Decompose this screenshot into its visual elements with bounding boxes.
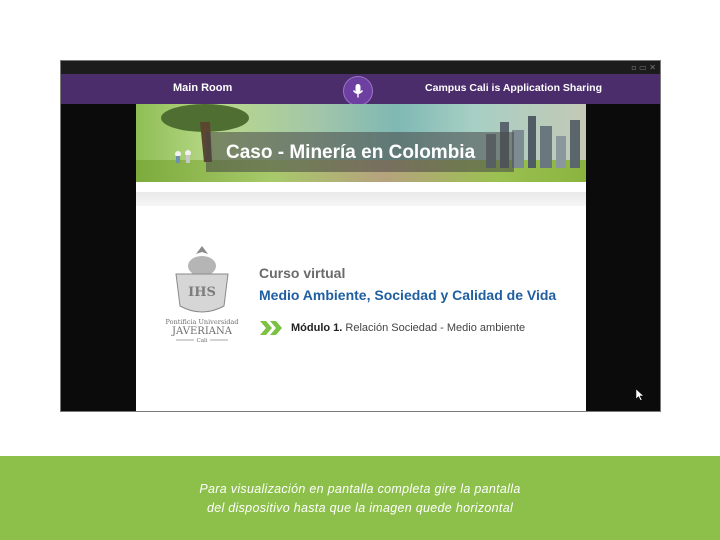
instruction-line-2: del dispositivo hasta que la imagen qued…	[206, 501, 514, 515]
module-line: Módulo 1. Relación Sociedad - Medio ambi…	[291, 322, 525, 334]
window-controls[interactable]: ▫ ▭ ✕	[631, 63, 656, 72]
course-name: Medio Ambiente, Sociedad y Calidad de Vi…	[259, 287, 557, 303]
logo-text-line3: Cali	[196, 338, 207, 344]
microphone-button[interactable]	[343, 76, 373, 106]
rotation-instructions: Para visualización en pantalla completa …	[0, 480, 720, 518]
mouse-cursor-icon	[636, 389, 644, 401]
session-titlebar: Main Room Campus Cali is Application Sha…	[61, 74, 660, 106]
banner-title-box: Caso - Minería en Colombia	[206, 132, 514, 172]
university-logo: IHS Pontificia Universidad JAVERIANA Cal…	[166, 246, 239, 344]
microphone-icon	[352, 84, 364, 98]
logo-text-line2: JAVERIANA	[171, 326, 233, 337]
module-name: Relación Sociedad - Medio ambiente	[345, 322, 526, 334]
window-top-strip: ▫ ▭ ✕	[61, 61, 660, 74]
room-title: Main Room	[173, 82, 233, 94]
slide-banner: Caso - Minería en Colombia	[136, 104, 586, 182]
shared-slide: Caso - Minería en Colombia IHS Pontifici…	[136, 104, 586, 411]
divider-band	[136, 192, 586, 206]
instruction-line-1: Para visualización en pantalla completa …	[199, 482, 521, 496]
chevron-right-icon	[260, 321, 282, 335]
module-prefix: Módulo 1.	[291, 322, 343, 334]
logo-text-line1: Pontificia Universidad	[166, 318, 239, 326]
banner-title: Caso - Minería en Colombia	[226, 142, 476, 163]
course-label: Curso virtual	[259, 265, 346, 281]
svg-text:IHS: IHS	[188, 285, 216, 300]
app-sharing-window: ▫ ▭ ✕ Main Room Campus Cali is Applicati…	[60, 60, 661, 412]
footer-banner: Para visualización en pantalla completa …	[0, 456, 720, 540]
sharing-status: Campus Cali is Application Sharing	[425, 82, 602, 94]
